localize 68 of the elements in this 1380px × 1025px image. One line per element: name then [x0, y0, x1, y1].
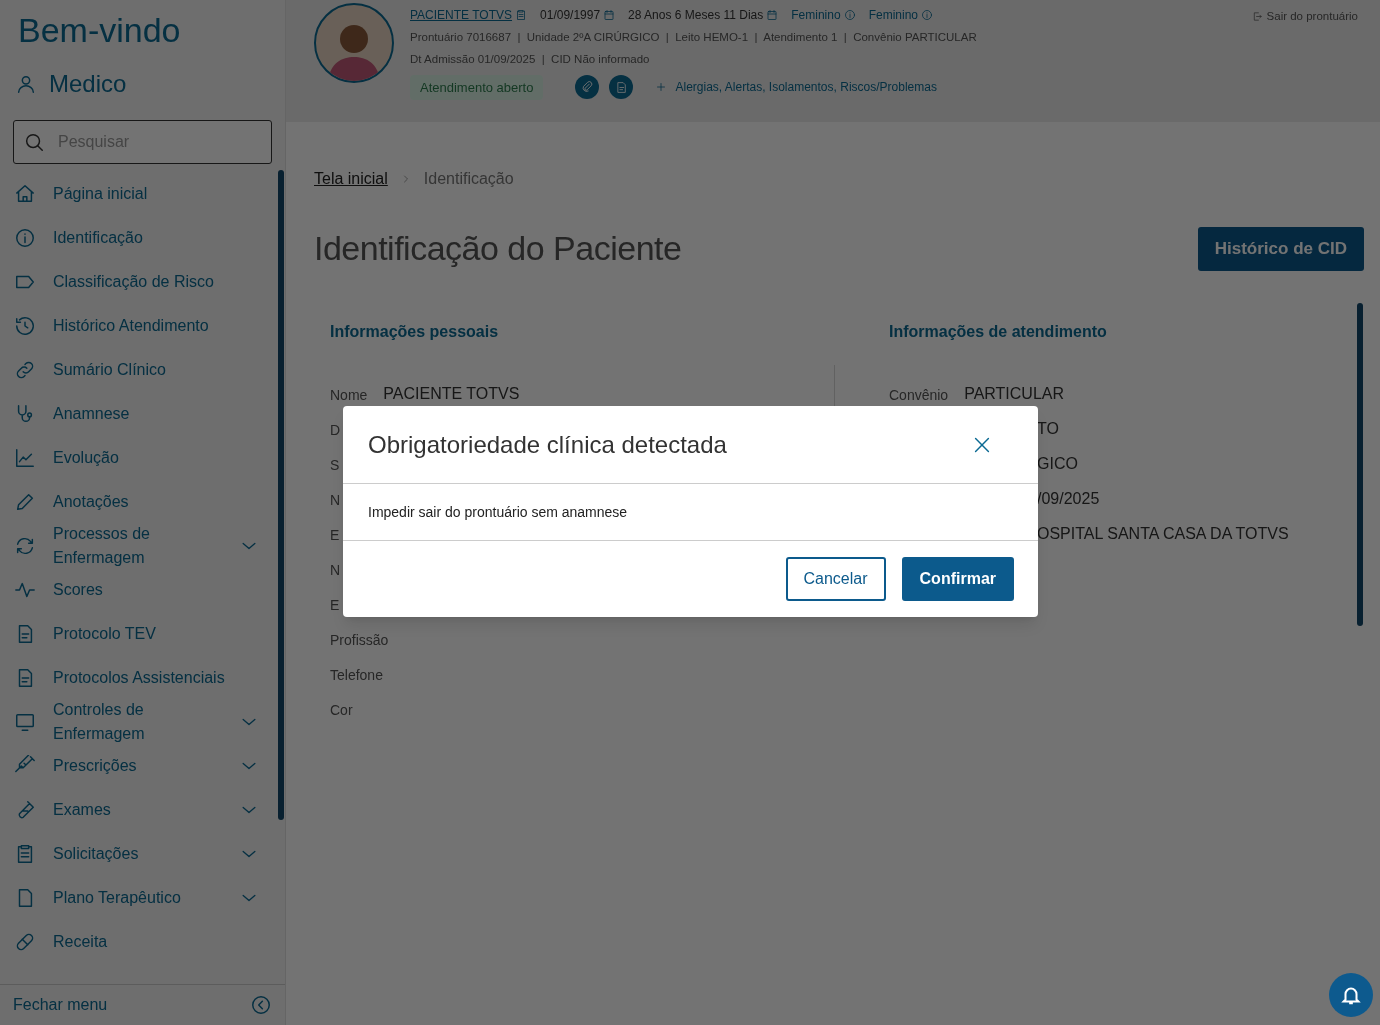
field-value: PARTICULAR — [964, 384, 1065, 404]
dialog-message: Impedir sair do prontuário sem anamnese — [368, 502, 628, 522]
pill-icon — [14, 931, 36, 953]
cid-history-button[interactable]: Histórico de CID — [1197, 226, 1364, 271]
status-badge: Atendimento aberto — [410, 74, 544, 100]
confirm-button[interactable]: Confirmar — [901, 557, 1014, 601]
section-title: Informações de atendimento — [889, 322, 1108, 342]
patient-age: 28 Anos 6 Meses 11 Dias — [628, 6, 779, 24]
user-name: Medico — [49, 69, 127, 99]
search-icon — [23, 131, 45, 153]
breadcrumb-item[interactable]: Tela inicial — [314, 167, 388, 191]
dialog-title: Obrigatoriedade clínica detectada — [368, 429, 727, 460]
sidebar-item[interactable]: Solicitações — [0, 832, 285, 876]
field-label: E — [330, 526, 340, 545]
admission-details: Dt Admissão 01/09/2025 | CID Não informado — [410, 52, 651, 68]
field-value: PACIENTE TOTVS — [383, 384, 520, 404]
home-icon — [14, 183, 36, 205]
gender-label: Feminino — [868, 6, 933, 24]
plus-icon — [655, 81, 668, 94]
info-icon — [14, 227, 36, 249]
page-title: Identificação do Paciente — [314, 228, 682, 269]
field-label: Cor — [330, 701, 353, 720]
attachment-button[interactable] — [575, 75, 600, 100]
alerts-link[interactable]: Alergias, Alertas, Isolamentos, Riscos/Problemas — [655, 78, 937, 97]
field-label: D — [330, 421, 341, 440]
paperclip-icon — [580, 80, 595, 95]
close-menu-label: Fechar menu — [13, 995, 108, 1015]
field-label: Telefone — [330, 666, 383, 685]
breadcrumb-item: Identificação — [423, 169, 514, 189]
field-label: E — [330, 596, 340, 615]
patient-name-link[interactable]: PACIENTE TOTVS — [410, 6, 528, 24]
monitor-icon — [14, 711, 36, 733]
scrollbar[interactable] — [1357, 303, 1363, 626]
welcome-title: Bem-vindo — [17, 10, 182, 51]
pencil-icon — [14, 491, 36, 513]
refresh-icon — [14, 535, 36, 557]
line-chart-icon — [14, 447, 36, 469]
cancel-button[interactable]: Cancelar — [785, 557, 886, 601]
field-label: N — [330, 491, 341, 510]
history-icon — [14, 315, 36, 337]
field-value: GICO — [1037, 454, 1078, 474]
birth-date: 01/09/1997 — [540, 6, 616, 24]
patient-details: Prontuário 7016687 | Unidade 2ºA CIRÚRGICO | Leito HEMO-1 | Atendimento 1 | Convênio PARTICULAR — [410, 30, 977, 45]
sidebar-item[interactable]: Receita — [0, 920, 285, 964]
field-value: TO — [1037, 419, 1059, 439]
field-label: Convênio — [889, 386, 949, 405]
sex-label: Feminino — [791, 6, 856, 24]
field-label: Profissão — [330, 631, 389, 650]
field-label: N — [330, 561, 341, 580]
section-title: Informações pessoais — [330, 322, 500, 342]
exit-record-link[interactable]: Sair do prontuário — [1251, 8, 1358, 26]
info-icon — [843, 9, 856, 21]
exit-icon — [1251, 11, 1263, 23]
field-label: S — [330, 456, 340, 475]
document-button[interactable] — [609, 75, 634, 100]
chevron-left-circle-icon — [250, 994, 272, 1016]
user-icon — [15, 73, 37, 95]
link-icon — [14, 359, 36, 381]
calendar-icon — [603, 9, 616, 21]
field-value: /09/2025 — [1037, 489, 1100, 509]
info-icon — [921, 9, 933, 21]
field-value: OSPITAL SANTA CASA DA TOTVS — [1037, 524, 1289, 544]
scrollbar[interactable] — [278, 170, 284, 820]
collapse-menu-button[interactable] — [250, 994, 272, 1016]
sidebar-item[interactable]: Plano Terapêutico — [0, 876, 285, 920]
calendar-icon — [766, 9, 779, 21]
clipboard-icon — [515, 9, 528, 21]
field-label: Nome — [330, 386, 368, 405]
